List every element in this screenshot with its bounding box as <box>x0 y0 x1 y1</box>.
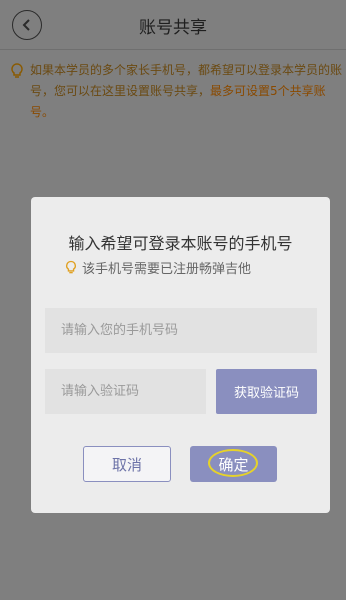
phone-input[interactable] <box>45 308 317 353</box>
lightbulb-icon <box>11 63 23 78</box>
dialog-title: 输入希望可登录本账号的手机号 <box>68 234 293 253</box>
share-dialog: 输入希望可登录本账号的手机号 该手机号需要已注册畅弹吉他 获取验证码 取消 确定 <box>31 197 330 513</box>
nav-bar: 账号共享 <box>0 0 346 50</box>
verification-code-input[interactable] <box>45 369 206 414</box>
notice-text: 如果本学员的多个家长手机号，都希望可以登录本学员的账号，您可以在这里设置账号共享… <box>10 60 346 123</box>
cancel-button[interactable]: 取消 <box>83 446 171 482</box>
confirm-button[interactable]: 确定 <box>190 446 277 482</box>
lightbulb-icon <box>66 260 76 274</box>
nav-divider <box>0 49 346 50</box>
page-title: 账号共享 <box>139 18 207 38</box>
share-notice: 如果本学员的多个家长手机号，都希望可以登录本学员的账号，您可以在这里设置账号共享… <box>10 60 346 123</box>
dialog-hint-text: 该手机号需要已注册畅弹吉他 <box>82 262 252 277</box>
get-code-button[interactable]: 获取验证码 <box>216 369 317 414</box>
confirm-label: 确定 <box>218 455 249 474</box>
dialog-hint: 该手机号需要已注册畅弹吉他 <box>65 258 251 277</box>
